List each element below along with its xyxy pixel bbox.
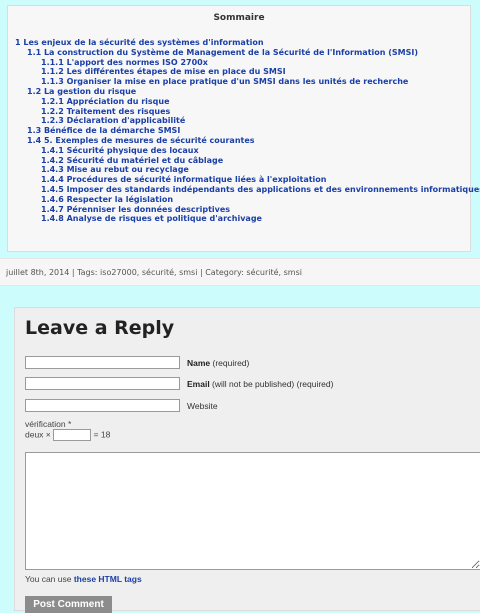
toc-item[interactable]: 1.2.3 Déclaration d'applicabilité [8, 116, 470, 126]
name-input[interactable] [25, 356, 180, 369]
email-input[interactable] [25, 377, 180, 390]
post-comment-button[interactable]: Post Comment [25, 596, 112, 613]
captcha-suffix: = 18 [93, 429, 111, 440]
toc-item[interactable]: 1.2.1 Appréciation du risque [8, 97, 470, 107]
post-date: juillet 8th, 2014 [6, 268, 70, 277]
toc-title: Sommaire [213, 13, 265, 23]
toc-item[interactable]: 1.4 5. Exemples de mesures de sécurité c… [8, 136, 470, 146]
toc-item[interactable]: 1.3 Bénéfice de la démarche SMSI [8, 126, 470, 136]
toc-item[interactable]: 1.1.3 Organiser la mise en place pratiqu… [8, 77, 470, 87]
toc-item[interactable]: 1.4.4 Procédures de sécurité informatiqu… [8, 175, 470, 185]
allowed-tags-note: You can use these HTML tags [25, 574, 142, 584]
toc-item[interactable]: 1.4.7 Pérenniser les données descriptive… [8, 205, 470, 215]
toc-list: 1 Les enjeux de la sécurité des systèmes… [8, 38, 480, 224]
toc-item[interactable]: 1.1 La construction du Système de Manage… [8, 48, 470, 58]
email-label: Email (will not be published) (required) [187, 379, 334, 389]
post-meta: juillet 8th, 2014 | Tags: iso27000, sécu… [0, 258, 480, 286]
verification-label: vérification * [25, 419, 72, 429]
html-tags-link[interactable]: these HTML tags [74, 574, 142, 584]
captcha-input[interactable] [53, 429, 92, 441]
captcha-row: deux × = 18 [25, 429, 110, 441]
tags-label: | Tags: [69, 268, 101, 277]
toc-item[interactable]: 1.4.2 Sécurité du matériel et du câblage [8, 156, 470, 166]
comment-textarea[interactable] [25, 452, 480, 570]
toc-item[interactable]: 1.4.3 Mise au rebut ou recyclage [8, 165, 470, 175]
toc-item[interactable]: 1.1.1 L'apport des normes ISO 2700x [8, 58, 470, 68]
website-input[interactable] [25, 399, 180, 412]
toc-item[interactable]: 1.4.8 Analyse de risques et politique d'… [8, 214, 470, 224]
reply-form: Leave a Reply Name (required) Email (wil… [14, 307, 480, 613]
reply-heading: Leave a Reply [25, 317, 175, 339]
tags-links[interactable]: iso27000, sécurité, smsi [100, 268, 197, 277]
toc-item[interactable]: 1.4.6 Respecter la législation [8, 195, 470, 205]
captcha-prefix: deux × [25, 429, 51, 440]
name-label: Name (required) [187, 358, 250, 368]
toc-item[interactable]: 1.2 La gestion du risque [8, 87, 470, 97]
website-label: Website [187, 401, 218, 411]
category-label: | Category: [197, 268, 247, 277]
toc-item[interactable]: 1 Les enjeux de la sécurité des systèmes… [8, 38, 470, 48]
category-links[interactable]: sécurité, smsi [246, 268, 302, 277]
toc-item[interactable]: 1.4.5 Imposer des standards indépendants… [8, 185, 480, 195]
toc-item[interactable]: 1.1.2 Les différentes étapes de mise en … [8, 67, 470, 77]
table-of-contents: Sommaire 1 Les enjeux de la sécurité des… [7, 5, 480, 252]
toc-item[interactable]: 1.4.1 Sécurité physique des locaux [8, 146, 470, 156]
toc-item[interactable]: 1.2.2 Traitement des risques [8, 107, 470, 117]
